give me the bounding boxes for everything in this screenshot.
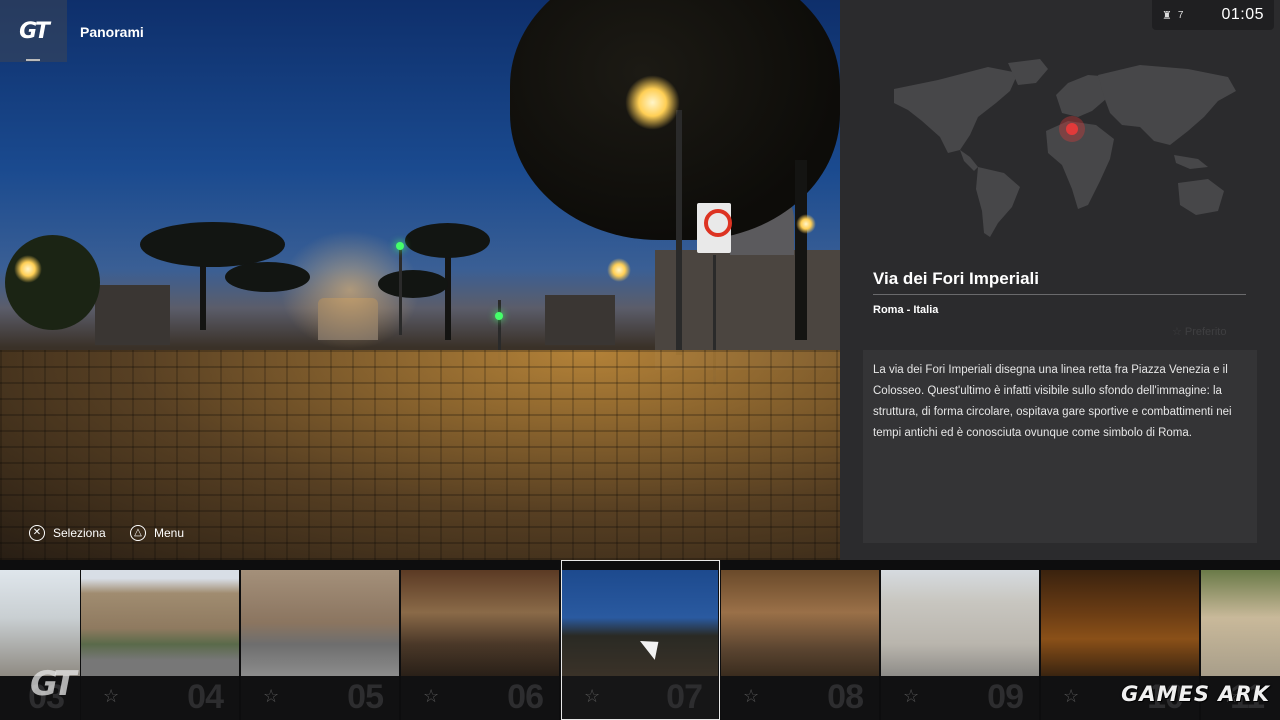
thumbnail-number: 06 bbox=[507, 678, 544, 716]
hint-select-label: Seleziona bbox=[53, 526, 106, 540]
thumbnail-number: 09 bbox=[987, 678, 1024, 716]
street-lamp-light bbox=[625, 75, 680, 130]
panorama-photo bbox=[0, 0, 840, 560]
thumbnail-label: ☆ 05 bbox=[241, 676, 399, 720]
cross-button-icon: ✕ bbox=[29, 525, 45, 541]
location-marker-icon bbox=[1066, 123, 1078, 135]
street-lamp-light bbox=[796, 214, 816, 234]
star-icon: ☆ bbox=[263, 686, 280, 706]
star-icon: ☆ bbox=[1063, 686, 1080, 706]
star-icon: ☆ bbox=[903, 686, 920, 706]
location-title: Via dei Fori Imperiali bbox=[873, 269, 1039, 288]
star-icon: ☆ bbox=[103, 686, 120, 706]
hint-select[interactable]: ✕ Seleziona bbox=[29, 525, 106, 541]
site-watermark: GAMES ARK bbox=[1121, 682, 1270, 706]
thumbnail-number: 04 bbox=[187, 678, 224, 716]
triangle-button-icon: △ bbox=[130, 525, 146, 541]
description-box: La via dei Fori Imperiali disegna una li… bbox=[863, 350, 1257, 543]
location-subtitle: Roma - Italia bbox=[873, 304, 939, 316]
hint-menu-label: Menu bbox=[154, 526, 185, 540]
favorite-label: Preferito bbox=[1184, 325, 1227, 338]
gt-watermark-logo: GT bbox=[30, 664, 76, 704]
driver-level: 7 bbox=[1177, 9, 1184, 21]
pine-tree bbox=[405, 223, 490, 258]
star-icon: ☆ bbox=[423, 686, 440, 706]
traffic-light-pole bbox=[399, 245, 402, 335]
traffic-light-green bbox=[495, 312, 503, 320]
large-tree-canopy bbox=[510, 0, 840, 240]
traffic-light-green bbox=[396, 242, 404, 250]
thumbnail-number: 05 bbox=[347, 678, 384, 716]
street-lamp-light bbox=[607, 258, 631, 282]
thumbnail-label: ☆ 06 bbox=[401, 676, 559, 720]
thumbnail-label: ☆ 04 bbox=[81, 676, 239, 720]
thumbnail-03[interactable] bbox=[0, 570, 80, 676]
thumbnail-06[interactable] bbox=[401, 570, 559, 676]
pine-tree bbox=[140, 222, 285, 267]
cobblestone-street bbox=[0, 350, 840, 560]
thumbnail-number: 08 bbox=[827, 678, 864, 716]
logo-underline bbox=[26, 59, 40, 61]
gt-logo-button[interactable]: GT bbox=[0, 0, 67, 62]
thumbnail-label: ☆ 09 bbox=[881, 676, 1039, 720]
lamp-post bbox=[676, 110, 682, 355]
thumbnail-10[interactable] bbox=[1041, 570, 1199, 676]
thumbnail-09[interactable] bbox=[881, 570, 1039, 676]
street-lamp-light bbox=[14, 255, 42, 283]
thumbnail-11[interactable] bbox=[1201, 570, 1280, 676]
status-bar: ♜ 7 01:05 bbox=[1152, 0, 1274, 30]
gt-logo-icon: GT bbox=[19, 18, 50, 44]
leafy-tree bbox=[5, 235, 100, 330]
page-title: Panorami bbox=[80, 24, 144, 40]
favorite-toggle[interactable]: ☆ Preferito bbox=[1172, 325, 1227, 339]
hint-menu[interactable]: △ Menu bbox=[130, 525, 184, 541]
background-building bbox=[545, 295, 615, 345]
world-map bbox=[894, 59, 1236, 237]
title-divider bbox=[873, 294, 1246, 295]
driver-level-icon: ♜ bbox=[1162, 9, 1172, 22]
no-entry-sign bbox=[697, 203, 732, 253]
location-description: La via dei Fori Imperiali disegna una li… bbox=[873, 364, 1232, 439]
tree-trunk bbox=[795, 160, 807, 340]
star-icon: ☆ bbox=[743, 686, 760, 706]
thumbnail-label: ☆ 08 bbox=[721, 676, 879, 720]
thumbnail-05[interactable] bbox=[241, 570, 399, 676]
background-building bbox=[95, 285, 170, 345]
pine-tree bbox=[378, 270, 448, 298]
pine-tree bbox=[225, 262, 310, 292]
star-icon: ☆ bbox=[1172, 326, 1182, 338]
thumbnail-04[interactable] bbox=[81, 570, 239, 676]
clock: 01:05 bbox=[1221, 6, 1264, 23]
thumbnail-08[interactable] bbox=[721, 570, 879, 676]
